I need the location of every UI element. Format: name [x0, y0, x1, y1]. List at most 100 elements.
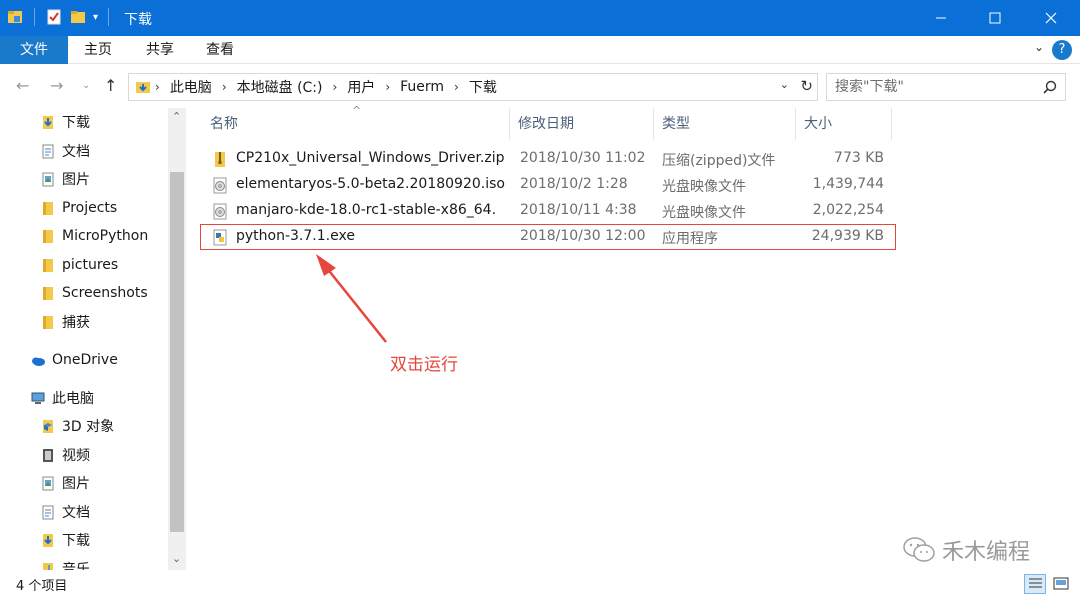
help-icon[interactable]: ?	[1052, 40, 1072, 60]
file-type: 光盘映像文件	[662, 179, 746, 195]
column-header-date[interactable]: 修改日期	[510, 108, 654, 140]
sidebar-item-quick-5[interactable]: pictures	[40, 251, 186, 279]
crumb-separator[interactable]: ›	[454, 80, 459, 94]
sidebar-item-this-pc[interactable]: 此电脑	[30, 384, 186, 412]
download-folder-icon	[43, 116, 53, 129]
file-size: 773 KB	[834, 150, 884, 166]
search-icon[interactable]	[1043, 80, 1057, 94]
crumb-downloads[interactable]: 下载	[469, 77, 497, 97]
scroll-up-icon[interactable]: ⌃	[172, 110, 181, 123]
table-row[interactable]: manjaro-kde-18.0-rc1-stable-x86_64. 2018/…	[202, 199, 892, 223]
nav-item-label: 文档	[62, 504, 90, 521]
column-header-size[interactable]: 大小	[796, 108, 892, 140]
back-arrow-icon[interactable]: ←	[16, 76, 29, 95]
annotation-text: 双击运行	[390, 355, 458, 375]
crumb-users[interactable]: 用户	[347, 77, 375, 97]
3d-objects-icon	[43, 420, 53, 433]
divider	[34, 8, 35, 26]
nav-item-label: 捕获	[62, 314, 90, 331]
pictures-icon	[42, 476, 54, 491]
expand-ribbon-icon[interactable]: ⌄	[1034, 40, 1044, 54]
crumb-separator[interactable]: ›	[333, 80, 338, 94]
sidebar-item-pc-2[interactable]: 图片	[40, 469, 186, 497]
customize-toolbar-icon[interactable]: ▾	[93, 12, 98, 23]
tab-home[interactable]: 主页	[76, 36, 120, 64]
disc-image-icon	[213, 177, 227, 194]
sidebar-item-pc-3[interactable]: 文档	[40, 498, 186, 526]
sidebar-item-onedrive[interactable]: OneDrive	[30, 346, 186, 374]
crumb-this-pc[interactable]: 此电脑	[170, 77, 212, 97]
navigation-pane: 下载📌文档📌图片📌Projects📌 MicroPython pictures Scr…	[0, 108, 186, 570]
nav-item-label: 3D 对象	[62, 419, 115, 435]
address-dropdown-icon[interactable]: ⌄	[780, 78, 789, 91]
sidebar-item-quick-1[interactable]: 文档📌	[40, 137, 186, 165]
nav-item-label: 图片	[62, 172, 90, 188]
file-date: 2018/10/11 4:38	[520, 202, 637, 218]
navigation-scrollbar[interactable]: ⌃ ⌄	[168, 108, 186, 570]
tab-view[interactable]: 查看	[198, 36, 242, 64]
folder-icon	[43, 287, 53, 300]
address-bar[interactable]: › 此电脑 › 本地磁盘 (C:) › 用户 › Fuerm › 下载 ⌄ ↻	[128, 73, 818, 101]
recent-locations-icon[interactable]: ⌄	[82, 80, 90, 91]
tab-file[interactable]: 文件	[0, 36, 68, 64]
file-date: 2018/10/30 11:02	[520, 150, 646, 166]
minimize-icon[interactable]	[916, 0, 966, 36]
properties-icon[interactable]	[45, 8, 63, 26]
sidebar-item-quick-2[interactable]: 图片📌	[40, 165, 186, 193]
sidebar-item-quick-3[interactable]: Projects📌	[40, 194, 186, 222]
onedrive-icon	[32, 357, 45, 366]
close-icon[interactable]	[1026, 0, 1076, 36]
divider	[108, 8, 110, 26]
maximize-icon[interactable]	[970, 0, 1020, 36]
large-icons-view-icon[interactable]	[1050, 574, 1072, 594]
crumb-local-disk[interactable]: 本地磁盘 (C:)	[237, 77, 323, 97]
wechat-icon	[903, 537, 935, 562]
table-row[interactable]: CP210x_Universal_Windows_Driver.zip 2018/…	[202, 147, 892, 171]
file-size: 2,022,254	[812, 202, 884, 218]
sidebar-item-pc-4[interactable]: 下载	[40, 526, 186, 554]
item-count: 4 个项目	[16, 579, 68, 594]
column-header-type[interactable]: 类型	[654, 108, 796, 140]
crumb-separator: ›	[155, 80, 160, 94]
forward-arrow-icon[interactable]: →	[50, 76, 63, 95]
crumb-separator[interactable]: ›	[385, 80, 390, 94]
crumb-separator[interactable]: ›	[222, 80, 227, 94]
search-placeholder: 搜索"下载"	[835, 79, 904, 95]
crumb-fuerm[interactable]: Fuerm	[400, 79, 444, 95]
details-view-icon[interactable]	[1024, 574, 1046, 594]
ribbon-tabs: 文件 主页 共享 查看 ⌄ ?	[0, 36, 1080, 64]
tab-share[interactable]: 共享	[138, 36, 182, 64]
title-bar: ▾ 下载	[0, 0, 1080, 36]
sidebar-item-pc-5[interactable]: 音乐	[40, 555, 186, 570]
sidebar-item-quick-6[interactable]: Screenshots	[40, 279, 186, 307]
videos-icon	[43, 448, 53, 462]
file-size: 1,439,744	[812, 176, 884, 192]
sidebar-item-pc-1[interactable]: 视频	[40, 441, 186, 469]
file-type: 压缩(zipped)文件	[662, 153, 776, 169]
nav-item-label: 图片	[62, 476, 90, 492]
refresh-icon[interactable]: ↻	[800, 77, 813, 95]
nav-item-label: 文档	[62, 143, 90, 160]
sidebar-item-quick-7[interactable]: 捕获	[40, 308, 186, 336]
column-header-name[interactable]: 名称	[202, 108, 510, 140]
disc-image-icon	[213, 203, 227, 220]
watermark-text: 禾木编程	[942, 540, 1031, 565]
search-input[interactable]: 搜索"下载"	[826, 73, 1066, 101]
scrollbar-thumb[interactable]	[170, 172, 184, 532]
new-folder-icon[interactable]	[69, 8, 87, 26]
zip-folder-icon	[215, 152, 225, 167]
sidebar-item-quick-0[interactable]: 下载📌	[40, 108, 186, 136]
nav-item-label: Screenshots	[62, 285, 148, 301]
scroll-down-icon[interactable]: ⌄	[172, 552, 181, 565]
this-pc-icon	[31, 392, 45, 404]
nav-item-label: OneDrive	[52, 352, 118, 368]
address-row: ← → ⌄ ↑ › 此电脑 › 本地磁盘 (C:) › 用户 › Fuerm ›…	[0, 64, 1080, 108]
nav-item-label: 下载	[62, 533, 90, 549]
sidebar-item-pc-0[interactable]: 3D 对象	[40, 412, 186, 440]
up-arrow-icon[interactable]: ↑	[104, 76, 117, 95]
watermark: 禾木编程	[902, 534, 1030, 566]
nav-item-label: MicroPython	[62, 228, 149, 244]
table-row[interactable]: elementaryos-5.0-beta2.20180920.iso 2018/…	[202, 173, 892, 197]
window-title: 下载	[124, 12, 152, 28]
sidebar-item-quick-4[interactable]: MicroPython	[40, 222, 186, 250]
